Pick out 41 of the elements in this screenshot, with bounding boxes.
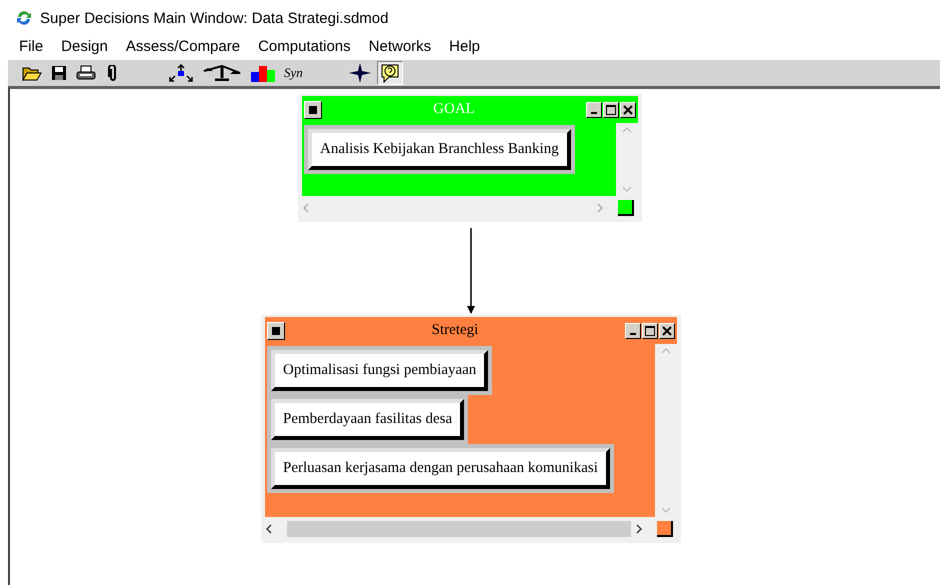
printer-icon bbox=[76, 65, 96, 81]
hierarchy-icon bbox=[168, 64, 194, 82]
node-button[interactable]: Perluasan kerjasama dengan perusahaan komunikasi bbox=[271, 448, 610, 489]
help-icon bbox=[378, 63, 401, 83]
system-menu-button[interactable] bbox=[267, 322, 285, 340]
cluster-color-swatch[interactable] bbox=[657, 521, 673, 537]
menu-item[interactable]: File bbox=[10, 36, 52, 60]
toolbar-button[interactable] bbox=[376, 61, 403, 85]
minimize-button[interactable] bbox=[625, 322, 641, 338]
window-title: Super Decisions Main Window: Data Strategi.sdmod bbox=[40, 10, 388, 26]
app-logo-icon bbox=[16, 10, 32, 26]
node-button[interactable]: Analisis Kebijakan Branchless Banking bbox=[308, 129, 571, 170]
paperclip-icon bbox=[108, 65, 118, 81]
crosshair-icon bbox=[348, 63, 371, 83]
synthesize-button[interactable]: Syn bbox=[282, 61, 305, 85]
node-button[interactable]: Pemberdayaan fasilitas desa bbox=[271, 399, 464, 440]
close-button[interactable] bbox=[659, 322, 675, 338]
close-icon bbox=[623, 104, 633, 114]
system-menu-button[interactable] bbox=[304, 100, 322, 118]
balance-scale-icon bbox=[202, 65, 242, 81]
node-button[interactable]: Optimalisasi fungsi pembiayaan bbox=[271, 350, 488, 391]
minimize-icon bbox=[591, 112, 597, 114]
scrollbar-thumb[interactable] bbox=[287, 521, 631, 537]
maximize-button[interactable] bbox=[642, 322, 658, 338]
menu-item[interactable]: Assess/Compare bbox=[116, 36, 250, 60]
minimize-icon bbox=[630, 332, 636, 334]
bar-chart-icon bbox=[250, 64, 276, 82]
maximize-icon bbox=[645, 326, 655, 336]
maximize-icon bbox=[606, 104, 616, 114]
menu-item[interactable]: Networks bbox=[360, 36, 440, 60]
menu-item[interactable]: Computations bbox=[249, 36, 360, 60]
cluster-title: Stretegi bbox=[430, 322, 480, 339]
folder-icon bbox=[22, 65, 42, 81]
close-button[interactable] bbox=[620, 102, 636, 118]
menu-item[interactable]: Design bbox=[52, 36, 117, 60]
cluster-title: GOAL bbox=[432, 101, 476, 118]
menu-item[interactable]: Help bbox=[440, 36, 490, 60]
close-icon bbox=[662, 326, 672, 336]
cluster-color-swatch[interactable] bbox=[618, 200, 634, 216]
minimize-button[interactable] bbox=[586, 102, 602, 118]
maximize-button[interactable] bbox=[603, 102, 619, 118]
